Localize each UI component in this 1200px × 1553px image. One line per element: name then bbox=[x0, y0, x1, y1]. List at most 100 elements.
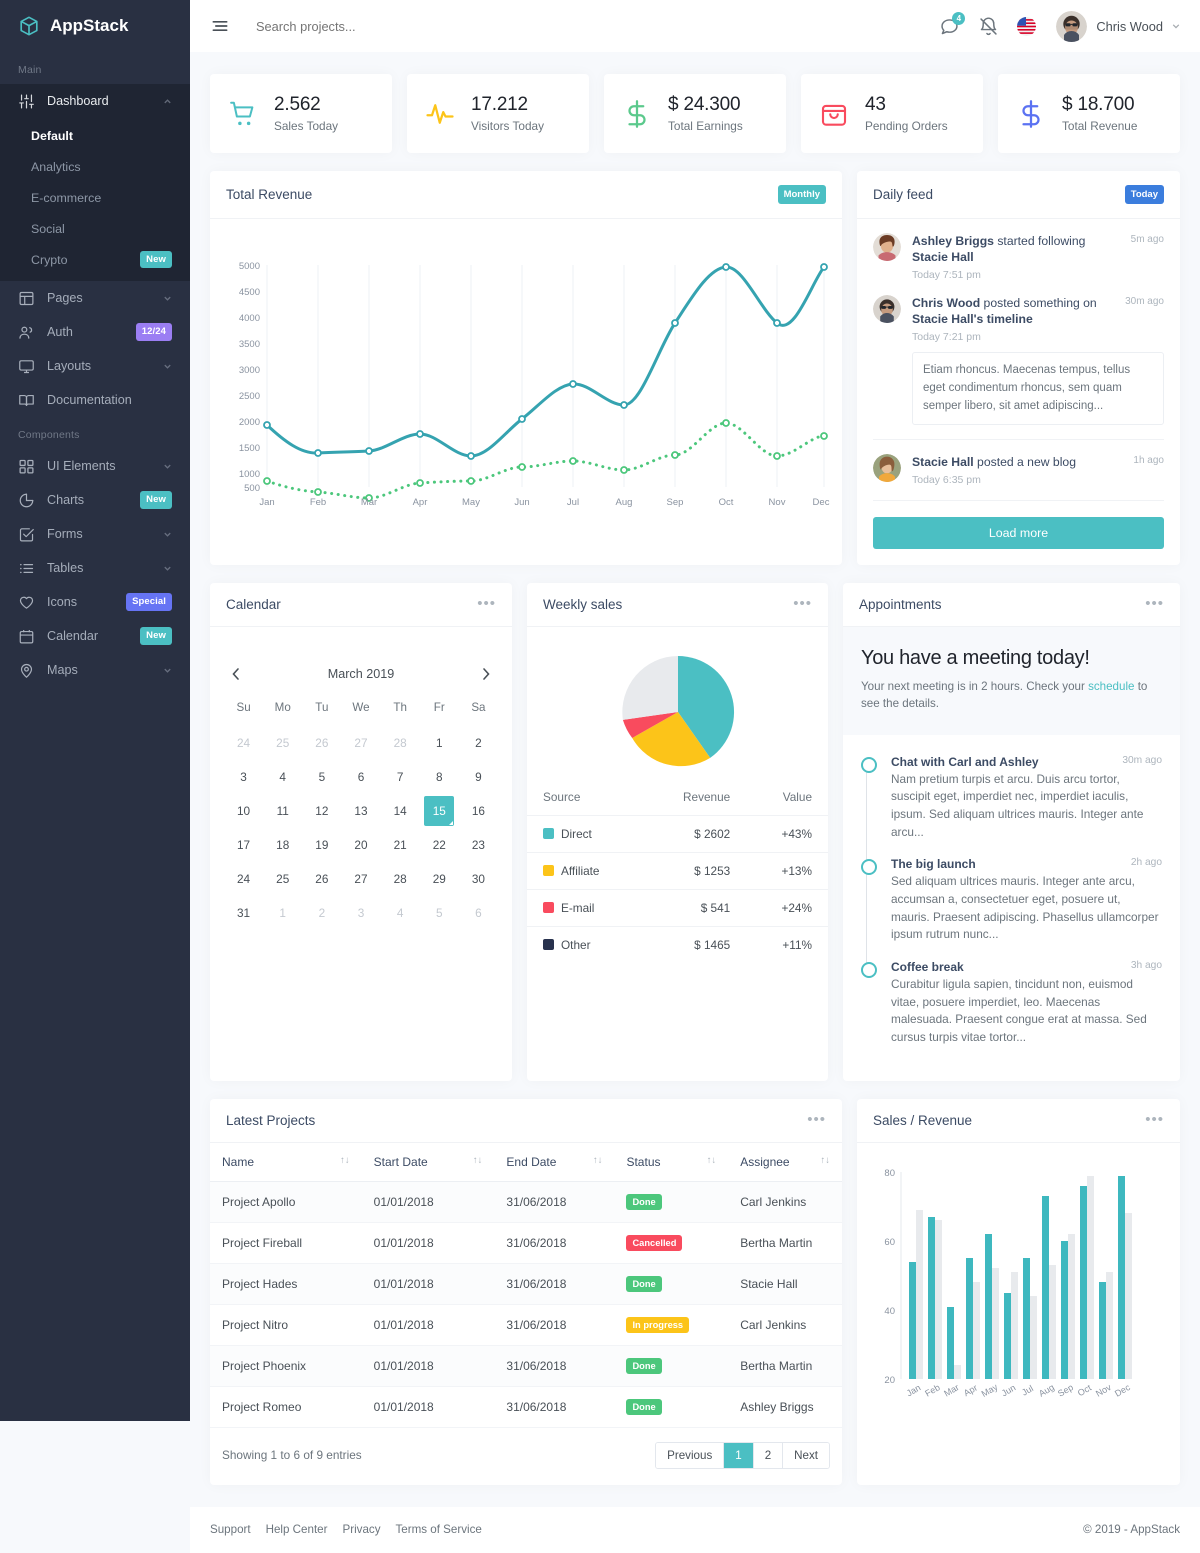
calendar-day-selected[interactable]: 15 bbox=[420, 794, 459, 828]
calendar-day[interactable]: 31 bbox=[224, 896, 263, 930]
calendar-day[interactable]: 1 bbox=[263, 896, 302, 930]
calendar-day[interactable]: 6 bbox=[341, 760, 380, 794]
sidebar-item-icons[interactable]: Icons Special bbox=[0, 585, 190, 619]
table-row[interactable]: Project Apollo 01/01/2018 31/06/2018 Don… bbox=[210, 1181, 842, 1223]
column-header-name[interactable]: Name ↑↓ bbox=[210, 1142, 362, 1182]
column-header-status[interactable]: Status ↑↓ bbox=[614, 1142, 729, 1182]
sidebar-item-auth[interactable]: Auth 12/24 bbox=[0, 315, 190, 349]
table-row[interactable]: Project Phoenix 01/01/2018 31/06/2018 Do… bbox=[210, 1345, 842, 1387]
list-item[interactable]: Ashley Briggs started following Stacie H… bbox=[873, 233, 1164, 295]
sidebar-item-social[interactable]: Social bbox=[0, 213, 190, 244]
calendar-day[interactable]: 9 bbox=[459, 760, 498, 794]
calendar-day[interactable]: 28 bbox=[381, 726, 420, 760]
calendar-day[interactable]: 26 bbox=[302, 862, 341, 896]
sidebar-item-tables[interactable]: Tables bbox=[0, 551, 190, 585]
calendar-day[interactable]: 21 bbox=[381, 828, 420, 862]
calendar-day[interactable]: 16 bbox=[459, 794, 498, 828]
list-item[interactable]: Stacie Hall posted a new blog 1h ago Tod… bbox=[873, 439, 1164, 499]
load-more-button[interactable]: Load more bbox=[873, 516, 1164, 549]
calendar-day[interactable]: 30 bbox=[459, 862, 498, 896]
sidebar-item-layouts[interactable]: Layouts bbox=[0, 349, 190, 383]
sidebar-item-ui-elements[interactable]: UI Elements bbox=[0, 449, 190, 483]
calendar-day[interactable]: 10 bbox=[224, 794, 263, 828]
column-header-end-date[interactable]: End Date ↑↓ bbox=[494, 1142, 615, 1182]
calendar-day[interactable]: 22 bbox=[420, 828, 459, 862]
more-options-icon[interactable]: ••• bbox=[1145, 596, 1164, 611]
calendar-day[interactable]: 3 bbox=[341, 896, 380, 930]
calendar-day[interactable]: 23 bbox=[459, 828, 498, 862]
calendar-day[interactable]: 4 bbox=[381, 896, 420, 930]
more-options-icon[interactable]: ••• bbox=[793, 596, 812, 611]
search-input[interactable] bbox=[256, 18, 940, 34]
sidebar-item-default[interactable]: Default bbox=[0, 120, 190, 151]
calendar-day[interactable]: 25 bbox=[263, 726, 302, 760]
table-row[interactable]: Project Fireball 01/01/2018 31/06/2018 C… bbox=[210, 1222, 842, 1264]
calendar-day[interactable]: 17 bbox=[224, 828, 263, 862]
calendar-day[interactable]: 26 bbox=[302, 726, 341, 760]
calendar-day[interactable]: 24 bbox=[224, 862, 263, 896]
footer-link-privacy[interactable]: Privacy bbox=[342, 1523, 380, 1536]
timeline-item[interactable]: The big launch 2h ago Sed aliquam ultric… bbox=[861, 857, 1162, 964]
pagination-next[interactable]: Next bbox=[783, 1442, 829, 1468]
sidebar-item-pages[interactable]: Pages bbox=[0, 281, 190, 315]
calendar-day[interactable]: 27 bbox=[341, 862, 380, 896]
footer-link-terms[interactable]: Terms of Service bbox=[396, 1523, 482, 1536]
calendar-day[interactable]: 13 bbox=[341, 794, 380, 828]
sidebar-item-documentation[interactable]: Documentation bbox=[0, 383, 190, 417]
calendar-day[interactable]: 18 bbox=[263, 828, 302, 862]
pagination-previous[interactable]: Previous bbox=[656, 1442, 725, 1468]
calendar-day[interactable]: 20 bbox=[341, 828, 380, 862]
calendar-day[interactable]: 28 bbox=[381, 862, 420, 896]
table-row[interactable]: Project Romeo 01/01/2018 31/06/2018 Done… bbox=[210, 1386, 842, 1428]
chevron-right-icon[interactable] bbox=[480, 667, 492, 681]
pagination-page-1[interactable]: 1 bbox=[724, 1442, 754, 1468]
calendar-day[interactable]: 8 bbox=[420, 760, 459, 794]
more-options-icon[interactable]: ••• bbox=[807, 1112, 826, 1127]
calendar-day[interactable]: 11 bbox=[263, 794, 302, 828]
calendar-day[interactable]: 7 bbox=[381, 760, 420, 794]
calendar-day[interactable]: 5 bbox=[302, 760, 341, 794]
sidebar-item-ecommerce[interactable]: E-commerce bbox=[0, 182, 190, 213]
table-row[interactable]: Project Hades 01/01/2018 31/06/2018 Done… bbox=[210, 1263, 842, 1305]
hamburger-icon[interactable] bbox=[210, 16, 230, 36]
calendar-day[interactable]: 27 bbox=[341, 726, 380, 760]
pagination-page-2[interactable]: 2 bbox=[753, 1442, 784, 1468]
message-icon[interactable]: 4 bbox=[939, 11, 966, 37]
calendar-day[interactable]: 5 bbox=[420, 896, 459, 930]
calendar-day[interactable]: 14 bbox=[381, 794, 420, 828]
us-flag-icon[interactable] bbox=[1017, 16, 1037, 36]
footer-link-support[interactable]: Support bbox=[210, 1523, 251, 1536]
calendar-day[interactable]: 2 bbox=[302, 896, 341, 930]
calendar-day[interactable]: 12 bbox=[302, 794, 341, 828]
more-options-icon[interactable]: ••• bbox=[1145, 1112, 1164, 1127]
schedule-link[interactable]: schedule bbox=[1088, 680, 1134, 693]
monthly-badge[interactable]: Monthly bbox=[777, 185, 826, 204]
list-item[interactable]: Chris Wood posted something on Stacie Ha… bbox=[873, 294, 1164, 439]
table-row[interactable]: Project Nitro 01/01/2018 31/06/2018 In p… bbox=[210, 1304, 842, 1346]
calendar-day[interactable]: 6 bbox=[459, 896, 498, 930]
today-badge[interactable]: Today bbox=[1124, 185, 1164, 204]
calendar-day[interactable]: 3 bbox=[224, 760, 263, 794]
more-options-icon[interactable]: ••• bbox=[477, 596, 496, 611]
brand-logo[interactable]: AppStack bbox=[0, 0, 190, 52]
calendar-day[interactable]: 25 bbox=[263, 862, 302, 896]
bell-off-icon[interactable] bbox=[978, 16, 999, 37]
calendar-day[interactable]: 2 bbox=[459, 726, 498, 760]
column-header-start-date[interactable]: Start Date ↑↓ bbox=[361, 1142, 495, 1182]
footer-link-help-center[interactable]: Help Center bbox=[266, 1523, 328, 1536]
column-header-assignee[interactable]: Assignee ↑↓ bbox=[728, 1142, 842, 1182]
timeline-item[interactable]: Coffee break 3h ago Curabitur ligula sap… bbox=[861, 960, 1162, 1063]
calendar-day[interactable]: 29 bbox=[420, 862, 459, 896]
calendar-day[interactable]: 4 bbox=[263, 760, 302, 794]
sidebar-item-forms[interactable]: Forms bbox=[0, 517, 190, 551]
user-menu[interactable]: Chris Wood bbox=[1056, 10, 1180, 42]
sidebar-item-maps[interactable]: Maps bbox=[0, 653, 190, 687]
calendar-day[interactable]: 24 bbox=[224, 726, 263, 760]
calendar-day[interactable]: 19 bbox=[302, 828, 341, 862]
sidebar-item-calendar[interactable]: Calendar New bbox=[0, 619, 190, 653]
sidebar-item-charts[interactable]: Charts New bbox=[0, 483, 190, 517]
chevron-left-icon[interactable] bbox=[230, 667, 242, 681]
sidebar-item-analytics[interactable]: Analytics bbox=[0, 151, 190, 182]
sidebar-item-crypto[interactable]: Crypto New bbox=[0, 244, 190, 275]
timeline-item[interactable]: Chat with Carl and Ashley 30m ago Nam pr… bbox=[861, 755, 1162, 862]
